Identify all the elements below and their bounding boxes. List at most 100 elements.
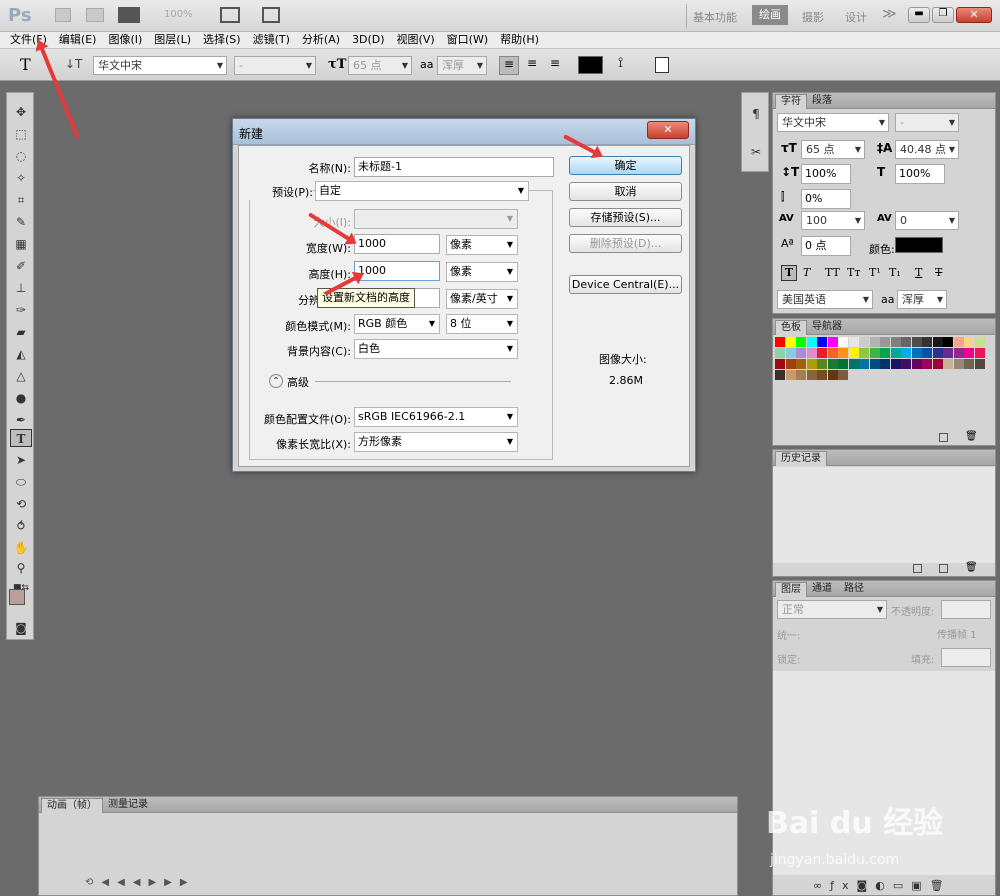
pixel-aspect-select[interactable]: 方形像素 ▼ (354, 432, 518, 452)
color-swatch[interactable] (796, 370, 806, 380)
color-swatch[interactable] (806, 370, 817, 380)
strikethrough-icon[interactable]: T (935, 266, 942, 279)
workspace-essentials[interactable]: 基本功能 (693, 9, 737, 25)
color-swatch[interactable] (943, 337, 953, 347)
color-swatch[interactable] (901, 348, 911, 358)
eraser-tool-icon[interactable]: ▰ (10, 323, 32, 341)
tab-measurement-log[interactable]: 测量记录 (103, 798, 153, 813)
faux-bold-icon[interactable]: T (781, 265, 797, 281)
blend-mode-select[interactable]: 正常 ▼ (777, 600, 887, 619)
color-swatch[interactable] (869, 348, 880, 358)
width-unit-select[interactable]: 像素 ▼ (446, 235, 518, 255)
tab-history[interactable]: 历史记录 (775, 451, 827, 466)
advanced-label[interactable]: 高级 (287, 374, 309, 390)
color-swatch[interactable] (827, 359, 838, 369)
clone-stamp-tool-icon[interactable]: ⊥ (10, 279, 32, 297)
color-swatch[interactable] (932, 359, 943, 369)
brush-tool-icon[interactable]: ✐ (10, 257, 32, 275)
color-swatch[interactable] (775, 370, 785, 380)
color-swatch[interactable] (785, 348, 796, 358)
bit-depth-select[interactable]: 8 位 ▼ (446, 314, 518, 334)
tab-paragraph[interactable]: 段落 (807, 94, 837, 109)
char-color-swatch[interactable] (895, 237, 943, 253)
resolution-unit-select[interactable]: 像素/英寸 ▼ (446, 289, 518, 309)
character-panel-icon[interactable]: ¶ (745, 105, 767, 123)
vertical-scale-input[interactable]: 100% (801, 164, 851, 184)
char-aa-select[interactable]: 浑厚 ▼ (897, 290, 947, 309)
shape-tool-icon[interactable]: ⬭ (10, 473, 32, 491)
height-input[interactable]: 1000 (354, 261, 440, 281)
tab-channels[interactable]: 通道 (807, 582, 837, 597)
color-swatch[interactable] (859, 337, 869, 347)
color-profile-select[interactable]: sRGB IEC61966-2.1 ▼ (354, 407, 518, 427)
3d-orbit-tool-icon[interactable]: ⥀ (10, 517, 32, 535)
subscript-icon[interactable]: T₁ (889, 266, 901, 279)
color-swatch[interactable] (964, 348, 974, 358)
color-swatch[interactable] (848, 337, 859, 347)
crop-tool-icon[interactable]: ⌗ (10, 191, 32, 209)
color-swatch[interactable] (827, 348, 838, 358)
tracking-select[interactable]: 100 ▼ (801, 211, 865, 230)
color-swatch[interactable] (964, 359, 974, 369)
color-swatch[interactable] (880, 337, 890, 347)
dialog-close-button[interactable]: ✕ (647, 121, 689, 139)
delete-swatch-icon[interactable]: 🗑 (965, 431, 978, 442)
menu-layer[interactable]: 图层(L) (148, 32, 197, 48)
color-swatch[interactable] (838, 348, 848, 358)
mini-bridge-icon[interactable] (86, 8, 104, 22)
color-swatch[interactable] (827, 370, 838, 380)
move-tool-icon[interactable]: ✥ (10, 103, 32, 121)
fill-input[interactable] (941, 648, 991, 667)
color-swatch[interactable] (838, 337, 848, 347)
color-swatch[interactable] (953, 348, 964, 358)
cancel-button[interactable]: 取消 (569, 182, 682, 201)
align-right-icon[interactable]: ≡ (545, 56, 565, 75)
color-swatch[interactable] (922, 348, 932, 358)
width-input[interactable]: 1000 (354, 234, 440, 254)
color-swatch[interactable] (911, 348, 922, 358)
background-contents-select[interactable]: 白色 ▼ (354, 339, 518, 359)
ok-button[interactable]: 确定 (569, 156, 682, 175)
eyedropper-tool-icon[interactable]: ✎ (10, 213, 32, 231)
color-swatch[interactable] (953, 337, 964, 347)
align-left-icon[interactable]: ≡ (499, 56, 519, 75)
color-mode-select[interactable]: RGB 颜色 ▼ (354, 314, 440, 334)
minimize-button[interactable]: ▬ (908, 7, 930, 23)
color-swatch[interactable] (806, 348, 817, 358)
color-swatch[interactable] (838, 359, 848, 369)
color-swatch[interactable] (796, 337, 806, 347)
color-swatch[interactable] (859, 359, 869, 369)
preset-select[interactable]: 自定 ▼ (315, 181, 529, 201)
color-swatch[interactable] (817, 348, 827, 358)
menu-select[interactable]: 选择(S) (197, 32, 247, 48)
tab-paths[interactable]: 路径 (839, 582, 869, 597)
anti-alias-select[interactable]: 浑厚 ▼ (437, 56, 487, 75)
color-swatch[interactable] (974, 348, 985, 358)
horizontal-scale-input[interactable]: 100% (895, 164, 945, 184)
color-swatch[interactable] (848, 359, 859, 369)
color-swatch[interactable] (827, 337, 838, 347)
close-window-button[interactable]: ✕ (956, 7, 992, 23)
color-swatch[interactable] (869, 359, 880, 369)
menu-window[interactable]: 窗口(W) (441, 32, 494, 48)
faux-italic-icon[interactable]: T (803, 266, 810, 279)
workspace-painting[interactable]: 绘画 (752, 5, 788, 25)
pen-tool-icon[interactable]: ✒ (10, 411, 32, 429)
tab-swatches[interactable]: 色板 (775, 320, 807, 335)
color-swatch[interactable] (964, 337, 974, 347)
save-preset-button[interactable]: 存储预设(S)... (569, 208, 682, 227)
font-family-select[interactable]: 华文中宋 ▼ (93, 56, 227, 75)
color-swatch[interactable] (817, 359, 827, 369)
restore-button[interactable]: ❐ (932, 7, 954, 23)
kerning-select[interactable]: 0 ▼ (895, 211, 959, 230)
color-swatch[interactable] (817, 370, 827, 380)
char-size-select[interactable]: 65 点 ▼ (801, 140, 865, 159)
opacity-input[interactable] (941, 600, 991, 619)
color-swatch[interactable] (775, 359, 785, 369)
color-swatch[interactable] (880, 359, 890, 369)
color-swatch[interactable] (817, 337, 827, 347)
color-swatch[interactable] (932, 337, 943, 347)
menu-image[interactable]: 图像(I) (102, 32, 148, 48)
more-workspaces-icon[interactable]: ≫ (882, 6, 897, 22)
menu-analysis[interactable]: 分析(A) (296, 32, 346, 48)
